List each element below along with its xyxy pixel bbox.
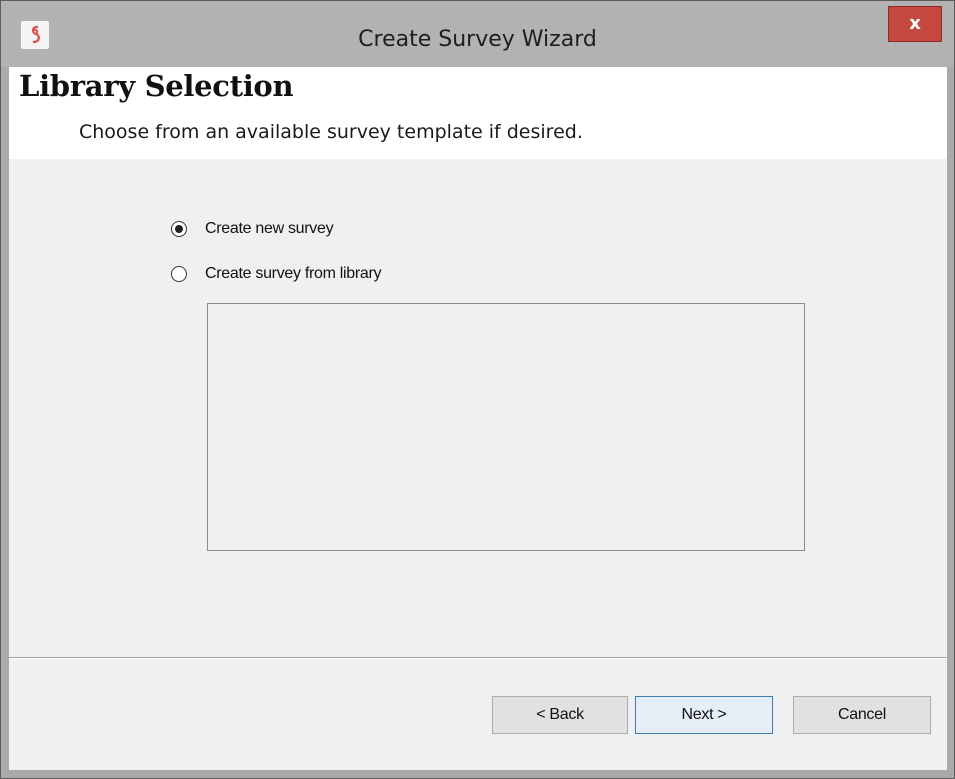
close-icon: x xyxy=(909,13,921,34)
footer-separator xyxy=(9,657,947,659)
window-title: Create Survey Wizard xyxy=(358,27,597,52)
cancel-button[interactable]: Cancel xyxy=(793,696,931,734)
wizard-window: Create Survey Wizard x Library Selection… xyxy=(0,0,955,779)
library-template-list[interactable] xyxy=(207,303,805,551)
back-button[interactable]: < Back xyxy=(492,696,628,734)
create-new-survey-option[interactable]: Create new survey xyxy=(171,220,334,238)
next-button[interactable]: Next > xyxy=(635,696,773,734)
title-bar[interactable]: Create Survey Wizard x xyxy=(1,1,954,67)
create-new-survey-radio[interactable] xyxy=(171,221,187,237)
create-new-survey-label: Create new survey xyxy=(205,220,334,237)
create-from-library-option[interactable]: Create survey from library xyxy=(171,265,382,283)
create-from-library-label: Create survey from library xyxy=(205,265,382,282)
wizard-header: Library Selection Choose from an availab… xyxy=(9,67,947,159)
page-title: Library Selection xyxy=(19,69,294,103)
create-from-library-radio[interactable] xyxy=(171,266,187,282)
close-button[interactable]: x xyxy=(888,6,942,42)
wizard-body: Library Selection Choose from an availab… xyxy=(9,67,947,770)
radio-selected-dot xyxy=(175,225,183,233)
page-subtitle: Choose from an available survey template… xyxy=(79,121,583,143)
